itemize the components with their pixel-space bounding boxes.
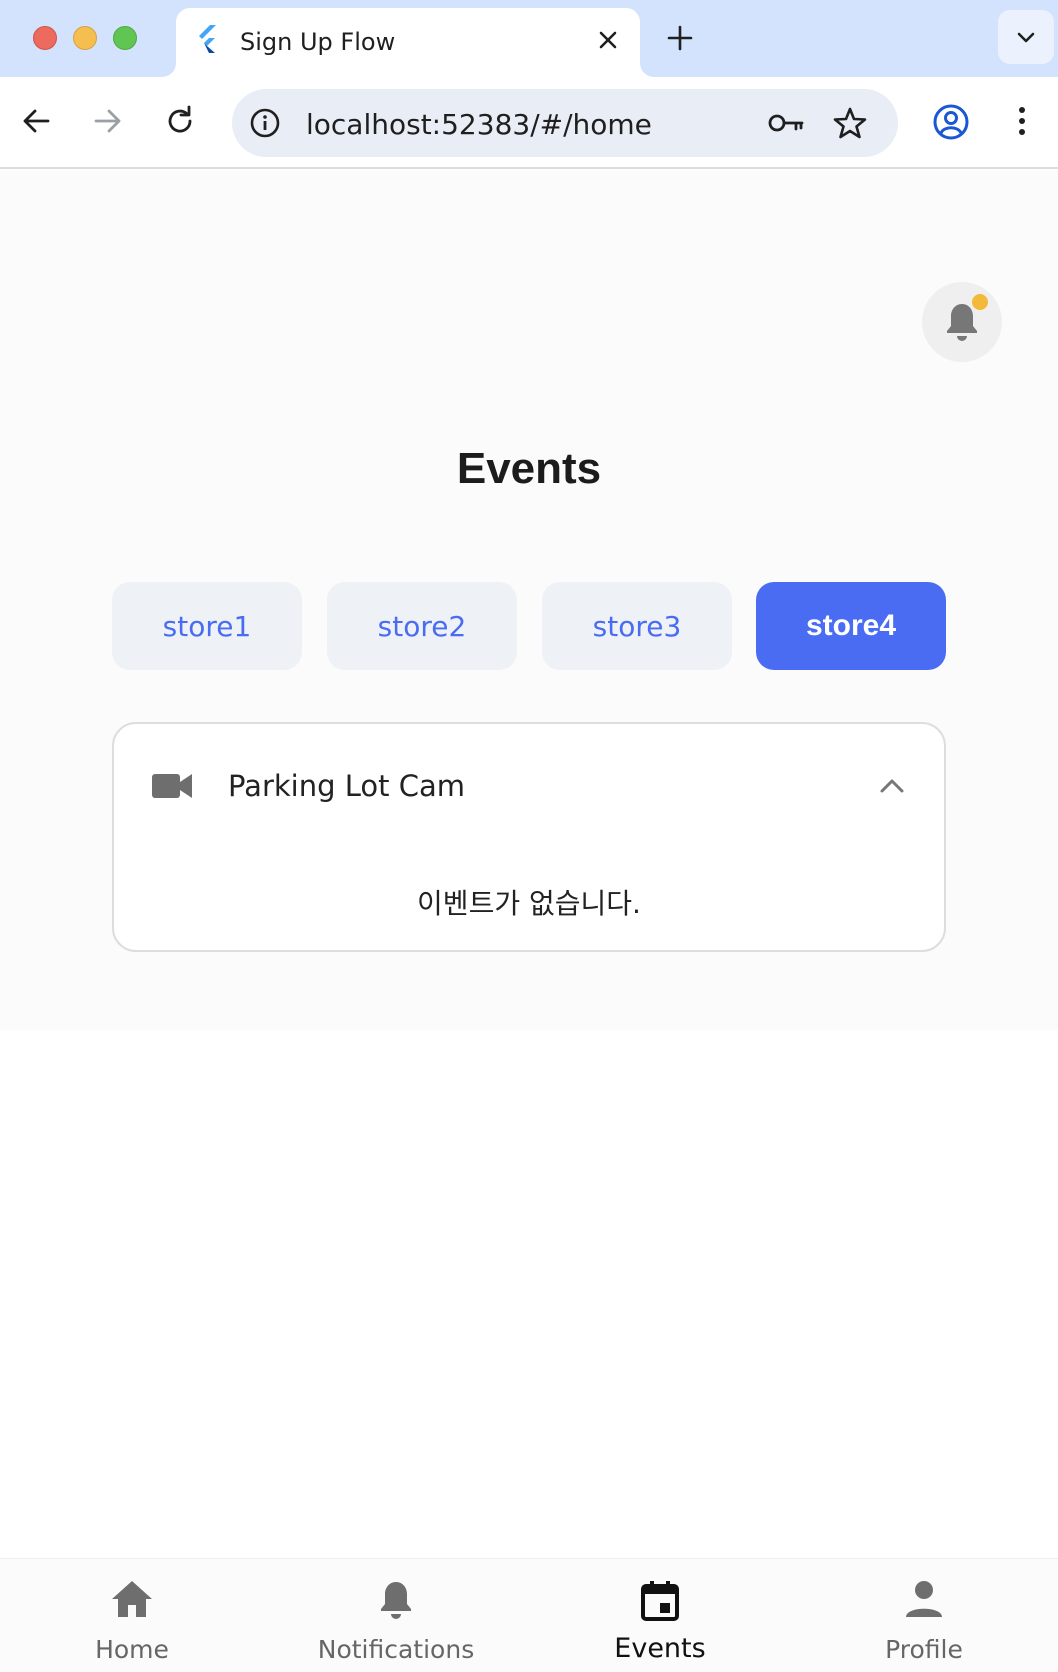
site-info-icon[interactable] bbox=[248, 106, 282, 140]
no-events-message: 이벤트가 없습니다. bbox=[417, 887, 641, 920]
bookmark-star-icon[interactable] bbox=[832, 105, 868, 141]
tab-title: Sign Up Flow bbox=[240, 28, 396, 56]
nav-label-profile: Profile bbox=[885, 1635, 963, 1664]
nav-label-notifications: Notifications bbox=[317, 1635, 475, 1664]
address-bar[interactable]: localhost:52383/#/home bbox=[232, 89, 898, 157]
close-tab-icon[interactable] bbox=[594, 26, 622, 54]
camera-name[interactable]: Parking Lot Cam bbox=[228, 769, 465, 803]
minimize-window-button[interactable] bbox=[73, 26, 97, 50]
profile-account-icon[interactable] bbox=[930, 101, 972, 143]
browser-menu-icon[interactable] bbox=[1002, 101, 1042, 141]
unread-notification-dot bbox=[972, 294, 988, 310]
chevron-down-icon bbox=[1017, 32, 1035, 43]
forward-arrow-icon[interactable] bbox=[88, 101, 128, 141]
nav-item-home[interactable]: Home bbox=[0, 1559, 264, 1672]
new-tab-icon[interactable] bbox=[664, 22, 696, 54]
nav-label-events: Events bbox=[614, 1633, 706, 1664]
videocam-icon bbox=[152, 772, 192, 805]
store-tab-store2[interactable]: store2 bbox=[327, 582, 517, 670]
flutter-favicon-icon bbox=[196, 25, 220, 53]
home-icon bbox=[112, 1581, 152, 1617]
browser-tab[interactable]: Sign Up Flow bbox=[176, 8, 640, 77]
close-window-button[interactable] bbox=[33, 26, 57, 50]
tab-search-button[interactable] bbox=[998, 10, 1054, 64]
page-title: Events bbox=[456, 444, 602, 493]
browser-toolbar: localhost:52383/#/home bbox=[0, 77, 1058, 169]
store-tab-store3[interactable]: store3 bbox=[542, 582, 732, 670]
notifications-button[interactable] bbox=[922, 282, 1002, 362]
back-arrow-icon[interactable] bbox=[16, 101, 56, 141]
nav-item-events[interactable]: Events bbox=[528, 1559, 792, 1672]
nav-label-home: Home bbox=[95, 1635, 169, 1664]
bottom-navigation-bar: Home Notifications Events Profile bbox=[0, 1558, 1058, 1672]
camera-card: Parking Lot Cam 이벤트가 없습니다. bbox=[112, 722, 946, 952]
url-text[interactable]: localhost:52383/#/home bbox=[306, 108, 652, 141]
password-key-icon[interactable] bbox=[766, 105, 806, 141]
person-icon bbox=[906, 1581, 942, 1617]
chevron-up-icon[interactable] bbox=[874, 768, 910, 804]
bell-icon bbox=[381, 1582, 411, 1619]
store-tab-store1[interactable]: store1 bbox=[112, 582, 302, 670]
browser-tab-strip: Sign Up Flow bbox=[0, 0, 1058, 77]
maximize-window-button[interactable] bbox=[113, 26, 137, 50]
nav-item-profile[interactable]: Profile bbox=[792, 1559, 1056, 1672]
calendar-event-icon bbox=[641, 1581, 679, 1621]
reload-icon[interactable] bbox=[160, 101, 200, 141]
store-tab-store4[interactable]: store4 bbox=[756, 582, 946, 670]
nav-item-notifications[interactable]: Notifications bbox=[264, 1559, 528, 1672]
